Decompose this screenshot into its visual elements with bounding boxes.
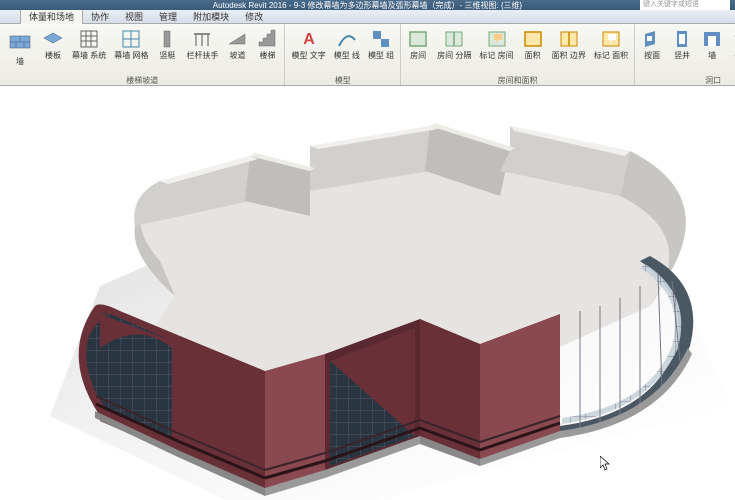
by-face-icon bbox=[641, 28, 663, 50]
wall-icon bbox=[6, 28, 34, 56]
ribbon-group-model: A 模型 文字 模型 线 模型 组 模型 bbox=[285, 24, 401, 85]
model-line-icon bbox=[336, 28, 358, 50]
curtain-grid-icon bbox=[120, 28, 142, 50]
mullion-button[interactable]: 竖梃 bbox=[154, 26, 180, 62]
title-bar: Autodesk Revit 2016 - 9-3 修改幕墙为多边形幕墙及弧形幕… bbox=[0, 0, 735, 10]
railing-icon bbox=[191, 28, 213, 50]
model-group-button[interactable]: 模型 组 bbox=[366, 26, 396, 62]
ramp-button[interactable]: 坡道 bbox=[224, 26, 250, 62]
room-separator-button[interactable]: 房间 分隔 bbox=[435, 26, 473, 62]
curtain-system-icon bbox=[78, 28, 100, 50]
tab-collaborate[interactable]: 协作 bbox=[83, 10, 117, 24]
area-boundary-icon bbox=[558, 28, 580, 50]
ribbon-tabs: 体量和场地 协作 视图 管理 附加模块 修改 bbox=[0, 10, 735, 24]
floor-button[interactable]: 楼板 bbox=[40, 26, 66, 62]
room-icon bbox=[407, 28, 429, 50]
ribbon-group-stair-ramp: 墙 楼板 幕墙 系统 幕墙 网格 竖梃 栏杆扶手 bbox=[0, 24, 285, 85]
tag-area-icon bbox=[600, 28, 622, 50]
ribbon: 墙 楼板 幕墙 系统 幕墙 网格 竖梃 栏杆扶手 bbox=[0, 24, 735, 86]
curtain-grid-button[interactable]: 幕墙 网格 bbox=[112, 26, 150, 62]
model-group-icon bbox=[370, 28, 392, 50]
vertical-icon bbox=[731, 28, 735, 50]
window-title: Autodesk Revit 2016 - 9-3 修改幕墙为多边形幕墙及弧形幕… bbox=[213, 0, 522, 10]
tab-view[interactable]: 视图 bbox=[117, 10, 151, 24]
mullion-icon bbox=[156, 28, 178, 50]
ramp-icon bbox=[226, 28, 248, 50]
room-separator-icon bbox=[443, 28, 465, 50]
wall-opening-button[interactable]: 墙 bbox=[699, 26, 725, 62]
ribbon-group-room-area: 房间 房间 分隔 标记 房间 面积 面积 边界 标记 面积 bbox=[401, 24, 635, 85]
building-model bbox=[0, 86, 735, 500]
wall-button[interactable]: 墙 bbox=[4, 26, 36, 68]
stair-button[interactable]: 楼梯 bbox=[254, 26, 280, 62]
area-boundary-button[interactable]: 面积 边界 bbox=[550, 26, 588, 62]
tag-room-icon bbox=[486, 28, 508, 50]
shaft-icon bbox=[671, 28, 693, 50]
vertical-button[interactable]: 垂直 bbox=[729, 26, 735, 62]
railing-button[interactable]: 栏杆扶手 bbox=[184, 26, 220, 62]
area-icon bbox=[522, 28, 544, 50]
floor-icon bbox=[42, 28, 64, 50]
curtain-system-button[interactable]: 幕墙 系统 bbox=[70, 26, 108, 62]
stair-icon bbox=[256, 28, 278, 50]
svg-text:A: A bbox=[303, 31, 315, 48]
tag-area-button[interactable]: 标记 面积 bbox=[592, 26, 630, 62]
wall-opening-icon bbox=[701, 28, 723, 50]
tab-manage[interactable]: 管理 bbox=[151, 10, 185, 24]
viewport-3d[interactable] bbox=[0, 86, 735, 500]
search-input[interactable]: 键入关键字或短语 bbox=[640, 0, 730, 10]
by-face-button[interactable]: 按面 bbox=[639, 26, 665, 62]
model-text-icon: A bbox=[298, 28, 320, 50]
tag-room-button[interactable]: 标记 房间 bbox=[477, 26, 515, 62]
tab-modify[interactable]: 修改 bbox=[237, 10, 271, 24]
ribbon-group-opening: 按面 竖井 墙 垂直 老虎窗 洞口 bbox=[635, 24, 735, 85]
area-button[interactable]: 面积 bbox=[520, 26, 546, 62]
model-line-button[interactable]: 模型 线 bbox=[332, 26, 362, 62]
room-button[interactable]: 房间 bbox=[405, 26, 431, 62]
shaft-button[interactable]: 竖井 bbox=[669, 26, 695, 62]
model-text-button[interactable]: A 模型 文字 bbox=[289, 26, 327, 62]
tab-addins[interactable]: 附加模块 bbox=[185, 10, 237, 24]
tab-mass-site[interactable]: 体量和场地 bbox=[20, 10, 83, 24]
